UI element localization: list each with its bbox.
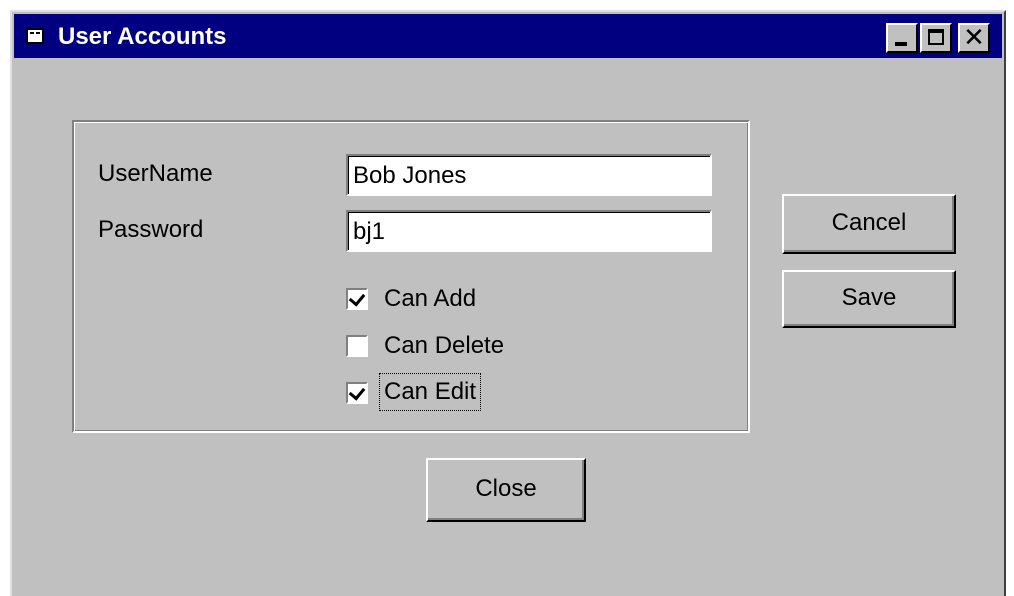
can-edit-checkbox[interactable] (346, 382, 368, 404)
maximize-icon (928, 29, 944, 45)
can-edit-label[interactable]: Can Edit (378, 373, 482, 411)
form-icon[interactable] (26, 28, 44, 44)
close-button[interactable]: Close (426, 458, 586, 522)
password-field[interactable]: bj1 (346, 210, 712, 252)
password-label: Password (98, 216, 204, 243)
can-delete-label[interactable]: Can Delete (384, 332, 504, 360)
maximize-button[interactable] (920, 23, 952, 53)
can-delete-checkbox[interactable] (346, 335, 368, 357)
checkmark-icon (348, 289, 366, 307)
can-add-checkbox[interactable] (346, 288, 368, 310)
checkmark-icon (348, 383, 366, 401)
cancel-button[interactable]: Cancel (782, 194, 956, 254)
can-add-label[interactable]: Can Add (384, 285, 476, 313)
user-accounts-window: User Accounts ✕ UserName Bob Jones Passw… (10, 10, 1006, 596)
save-button[interactable]: Save (782, 270, 956, 328)
window-title: User Accounts (58, 23, 227, 50)
user-details-frame: UserName Bob Jones Password bj1 Can Add … (72, 120, 750, 433)
close-icon: ✕ (963, 22, 985, 52)
minimize-button[interactable] (886, 23, 918, 53)
close-window-button[interactable]: ✕ (958, 22, 990, 53)
title-bar[interactable]: User Accounts ✕ (14, 14, 1002, 58)
username-field[interactable]: Bob Jones (346, 154, 712, 196)
username-label: UserName (98, 160, 213, 187)
minimize-icon (895, 42, 907, 46)
